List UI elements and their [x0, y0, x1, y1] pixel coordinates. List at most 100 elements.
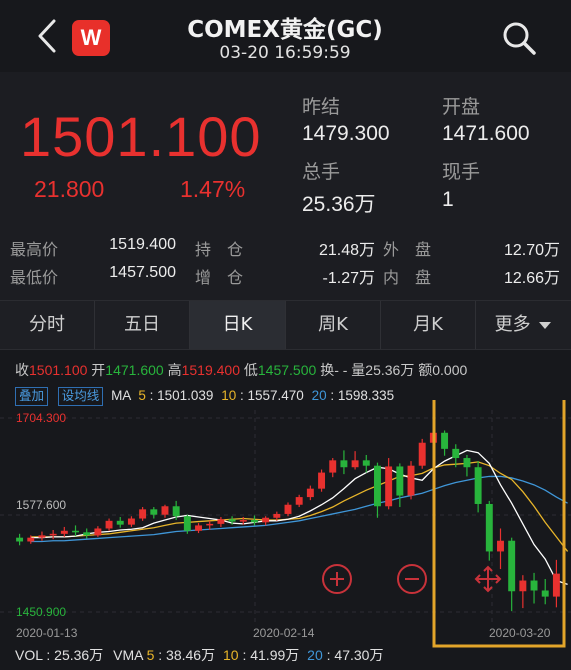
candle-body	[552, 573, 560, 597]
candle	[60, 526, 68, 537]
candle-body	[60, 530, 68, 534]
candle-body	[38, 535, 46, 538]
candle	[508, 537, 516, 612]
search-icon[interactable]	[498, 17, 540, 59]
open-value-bar: 1471.600	[105, 362, 164, 378]
candle-body	[127, 518, 135, 525]
x-axis-end-label: 2020-03-20	[489, 626, 551, 640]
volume-label: 总手	[302, 161, 341, 183]
zoom-out-icon[interactable]	[397, 564, 427, 594]
candle-body	[206, 523, 214, 526]
candle	[318, 469, 326, 492]
candle	[195, 523, 202, 534]
candle	[105, 518, 113, 531]
high-value: 1519.400	[109, 236, 176, 253]
vma10-label: 10	[222, 647, 239, 663]
candle-body	[418, 442, 426, 466]
candle-body	[150, 509, 158, 515]
move-icon[interactable]	[474, 565, 502, 593]
candle-body	[329, 460, 337, 473]
oi-change-value: -1.27万	[322, 270, 375, 287]
low-value-bar: 1457.500	[257, 362, 317, 378]
candle	[351, 451, 359, 470]
candle-body	[374, 465, 381, 507]
open-interest-value: 21.48万	[318, 242, 375, 259]
candle-body	[407, 465, 415, 496]
turnover-label: 换	[320, 362, 335, 378]
x-axis-mid-label: 2020-02-14	[253, 626, 315, 640]
candle	[295, 494, 303, 508]
period-tabs: 分时 五日 日K 周K 月K 更多	[0, 300, 571, 350]
x-axis-start-label: 2020-01-13	[16, 626, 78, 640]
low-value: 1457.500	[109, 264, 176, 281]
tab-weekly-k[interactable]: 周K	[286, 301, 381, 349]
candle-body	[351, 460, 359, 468]
candle-body	[217, 519, 225, 524]
candle	[139, 507, 147, 521]
oi-change-label: 增 仓	[195, 268, 244, 287]
candle	[306, 485, 314, 501]
candle	[16, 533, 24, 546]
candle-body	[485, 503, 493, 552]
tab-monthly-k[interactable]: 月K	[381, 301, 476, 349]
y-axis-bottom-label: 1450.900	[16, 605, 66, 619]
candle-body	[340, 460, 348, 468]
close-label: 收	[15, 362, 29, 378]
candle	[418, 438, 426, 469]
candle	[217, 516, 225, 527]
candle-body	[541, 590, 549, 597]
quote-datetime: 03-20 16:59:59	[219, 43, 351, 63]
low-label-bar: 低	[243, 362, 258, 378]
candle-body	[94, 528, 102, 536]
tab-daily-k[interactable]: 日K	[190, 301, 286, 349]
inner-value: 12.66万	[503, 270, 560, 287]
candle-body	[183, 516, 191, 531]
candle-body	[530, 580, 538, 591]
candle	[49, 530, 57, 540]
bar-volume-value: 25.36万	[365, 362, 415, 378]
zoom-in-icon[interactable]	[322, 564, 352, 594]
back-arrow-icon[interactable]	[30, 16, 64, 56]
vol-value: 25.36万	[54, 647, 104, 663]
current-hand-value: 1	[442, 188, 454, 211]
candle-body	[474, 467, 482, 504]
tab-more[interactable]: 更多	[476, 301, 571, 349]
chart-grid	[0, 410, 571, 625]
tab-intraday[interactable]: 分时	[0, 301, 95, 349]
chevron-down-icon	[539, 322, 552, 329]
candle	[340, 450, 348, 475]
open-label: 开盘	[442, 96, 481, 118]
candle-body	[49, 533, 57, 536]
candle-body	[16, 537, 24, 542]
price-change-percent: 1.47%	[180, 176, 246, 202]
bar-volume-label: 量	[351, 362, 366, 378]
last-price: 1501.100	[20, 105, 262, 168]
vma20-value: 47.30万	[334, 647, 384, 663]
candle	[485, 500, 493, 561]
candle-body	[239, 520, 247, 522]
candle	[530, 572, 538, 604]
candle	[396, 463, 404, 508]
candlestick-chart[interactable]: 1704.300 1577.600 1450.900 2020-01-13 20…	[0, 400, 571, 670]
ohlc-info-bar: 收1501.100 开1471.600 高1519.400 低1457.500 …	[0, 360, 571, 384]
high-label-bar: 高	[167, 362, 182, 378]
volume-info-bar: VOL : 25.36万 VMA 5 : 38.46万 10 : 41.99万 …	[15, 647, 384, 663]
amount-value: 0.000	[432, 362, 468, 378]
candle	[407, 461, 415, 500]
prev-close-value: 1479.300	[302, 122, 390, 145]
tab-more-label: 更多	[494, 314, 531, 335]
candle-body	[452, 448, 460, 459]
tab-five-day[interactable]: 五日	[95, 301, 190, 349]
price-change: 21.800	[34, 176, 105, 202]
outer-value: 12.70万	[503, 242, 560, 259]
candle-body	[27, 537, 35, 542]
candle-body	[295, 497, 303, 505]
candle	[284, 502, 292, 517]
candle-body	[105, 520, 113, 529]
candle	[541, 579, 549, 605]
outer-label: 外 盘	[383, 240, 432, 259]
candle	[116, 516, 124, 528]
close-value: 1501.100	[29, 362, 88, 378]
candle	[127, 516, 135, 527]
candle-body	[250, 520, 258, 523]
